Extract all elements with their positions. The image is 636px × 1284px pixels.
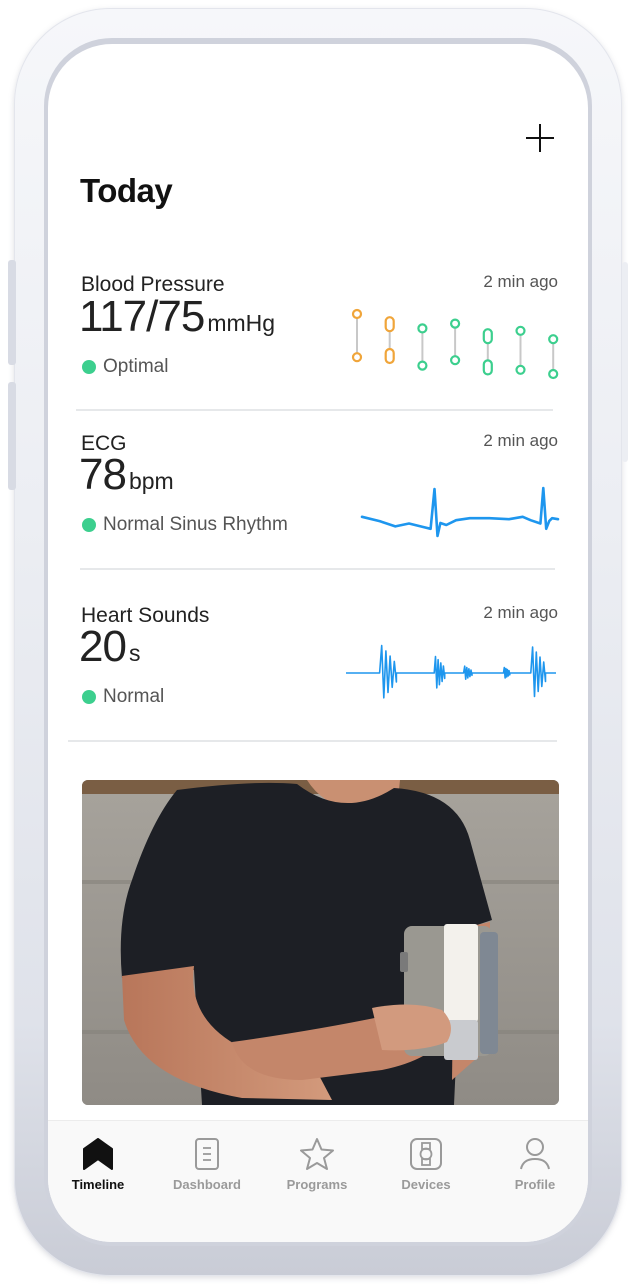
star-icon: [300, 1138, 334, 1170]
tab-dashboard[interactable]: Dashboard: [157, 1137, 257, 1197]
status-dot: [82, 690, 96, 704]
card-value: 20 s: [79, 622, 140, 672]
bp-systolic-marker: [515, 325, 526, 336]
tab-timeline[interactable]: Timeline: [48, 1137, 148, 1197]
power-button: [622, 262, 628, 462]
tab-devices[interactable]: Devices: [376, 1137, 476, 1197]
divider: [76, 409, 553, 411]
document-icon: [195, 1138, 219, 1170]
ecg-line: [360, 486, 560, 538]
app-screen: Today Blood Pressure 2 min ago 117/75 mmH…: [48, 44, 588, 1242]
divider: [68, 740, 557, 742]
tab-label: Profile: [514, 1177, 556, 1192]
person-icon: [520, 1138, 550, 1170]
tab-label: Dashboard: [173, 1177, 241, 1192]
bp-systolic-marker: [482, 328, 493, 345]
status-text: Optimal: [103, 356, 169, 377]
duration-value: 20: [79, 622, 127, 671]
unit-label: bpm: [128, 468, 174, 494]
card-timestamp: 2 min ago: [483, 431, 558, 450]
divider: [80, 568, 555, 570]
bp-systolic-marker: [417, 323, 428, 334]
bookmark-icon: [83, 1138, 113, 1170]
bp-diastolic-marker: [482, 359, 493, 376]
tab-label: Devices: [401, 1177, 451, 1192]
bp-systolic-marker: [449, 318, 461, 329]
bp-range-chart: [351, 308, 559, 380]
unit-label: s: [128, 640, 141, 666]
bp-systolic-marker: [384, 316, 395, 333]
card-timestamp: 2 min ago: [483, 272, 558, 291]
bp-diastolic-marker: [417, 360, 428, 371]
bp-systolic-marker: [548, 334, 559, 345]
tab-programs[interactable]: Programs: [267, 1137, 367, 1197]
status-dot: [82, 518, 96, 532]
bp-systolic-marker: [351, 308, 363, 320]
tab-bar: Timeline Dashboard Programs Devices Prof…: [48, 1120, 588, 1242]
bp-diastolic-marker: [351, 352, 363, 363]
heart-sounds-card[interactable]: Heart Sounds 2 min ago 20 s Normal: [48, 594, 588, 739]
card-status: Normal Sinus Rhythm: [82, 514, 288, 536]
bp-reading: 117/75: [79, 292, 205, 341]
promo-illustration: [82, 780, 559, 1105]
tab-profile[interactable]: Profile: [485, 1137, 585, 1197]
bp-diastolic-marker: [384, 347, 395, 365]
status-text: Normal Sinus Rhythm: [103, 514, 288, 535]
card-status: Normal: [82, 686, 164, 708]
tab-label: Programs: [286, 1177, 348, 1192]
bp-diastolic-marker: [449, 355, 461, 366]
ecg-card[interactable]: ECG 2 min ago 78 bpm Normal Sinus Rhythm: [48, 424, 588, 569]
card-value: 117/75 mmHg: [79, 292, 275, 342]
status-text: Normal: [103, 686, 165, 707]
bp-diastolic-marker: [515, 364, 526, 375]
volume-up-button: [8, 260, 16, 365]
heart-sounds-line: [346, 644, 556, 699]
watch-icon: [410, 1138, 442, 1170]
page-title: Today: [80, 172, 173, 209]
card-timestamp: 2 min ago: [483, 603, 558, 622]
unit-label: mmHg: [207, 310, 276, 336]
heart-sounds-waveform: [346, 644, 556, 699]
status-dot: [82, 360, 96, 374]
ecg-waveform: [360, 486, 560, 538]
card-value: 78 bpm: [79, 450, 174, 500]
blood-pressure-card[interactable]: Blood Pressure 2 min ago 117/75 mmHg Opti…: [48, 264, 588, 412]
heart-rate-value: 78: [79, 450, 127, 499]
card-status: Optimal: [82, 356, 168, 378]
promo-image[interactable]: [82, 780, 559, 1105]
tab-label: Timeline: [71, 1177, 125, 1192]
add-button[interactable]: [524, 122, 556, 154]
volume-down-button: [8, 382, 16, 490]
bp-diastolic-marker: [548, 368, 559, 380]
